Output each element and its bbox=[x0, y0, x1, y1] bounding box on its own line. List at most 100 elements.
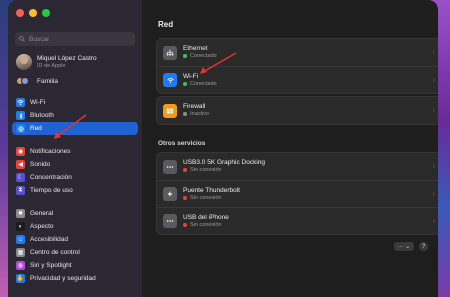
search-icon bbox=[19, 36, 25, 42]
service-status: Conectado bbox=[183, 81, 217, 88]
status-dot bbox=[183, 195, 187, 200]
sidebar-item-sonido[interactable]: ◀ Sonido bbox=[12, 158, 138, 171]
service-row-usb3-0-5k-graphic-docking[interactable]: USB3.0 5K Graphic Docking Sin conexión › bbox=[157, 153, 438, 180]
sidebar-group: Wi-Fi Blutooth Red bbox=[8, 96, 142, 135]
sidebar-item-label: Centro de control bbox=[30, 249, 80, 256]
service-name: Ethernet bbox=[183, 45, 208, 53]
family-item[interactable]: Familia bbox=[16, 75, 142, 87]
service-row-usb-del-iphone[interactable]: USB del iPhone Sin conexión › bbox=[157, 207, 438, 234]
sidebar-group: ◉ Notificaciones ◀ Sonido ☾ Concentración ⧗ Tie… bbox=[8, 145, 142, 197]
speaker-icon: ◀ bbox=[16, 160, 25, 169]
zoom-button[interactable] bbox=[42, 9, 50, 17]
sidebar-item-privacidad-y-seguridad[interactable]: ✋ Privacidad y seguridad bbox=[12, 272, 138, 285]
sidebar-item-blutooth[interactable]: Blutooth bbox=[12, 109, 138, 122]
chevron-right-icon: › bbox=[432, 191, 435, 198]
hand-icon: ✋ bbox=[16, 274, 25, 283]
family-icon bbox=[16, 75, 32, 87]
hourglass-icon: ⧗ bbox=[16, 186, 25, 195]
service-status: Inactivo bbox=[183, 111, 209, 118]
sidebar-item-label: Aspecto bbox=[30, 223, 54, 230]
family-label: Familia bbox=[37, 77, 58, 85]
service-name: Firewall bbox=[183, 103, 206, 111]
firewall-card: Firewall Inactivo › bbox=[156, 96, 438, 125]
sidebar-item-label: Siri y Spotlight bbox=[30, 262, 72, 269]
status-dot bbox=[183, 54, 187, 59]
profile-subtitle: ID de Apple bbox=[37, 62, 66, 69]
settings-window: Buscar Miquel López Castro ID de Apple F… bbox=[8, 0, 438, 297]
accessibility-icon: ☺ bbox=[16, 235, 25, 244]
other-services-card: USB3.0 5K Graphic Docking Sin conexión › Pu… bbox=[156, 152, 438, 235]
services-card: Ethernet Conectado › Wi-Fi Conectado › bbox=[156, 38, 438, 94]
service-status-text: Conectado bbox=[190, 53, 217, 60]
more-actions-button[interactable]: ··· ⌄ bbox=[394, 242, 414, 251]
status-dot bbox=[183, 168, 187, 173]
service-name: USB3.0 5K Graphic Docking bbox=[183, 159, 266, 167]
sidebar-nav: Wi-Fi Blutooth Red ◉ Notificaciones ◀ Sonido ☾ C… bbox=[8, 96, 142, 285]
window-controls bbox=[8, 0, 142, 22]
chevron-right-icon: › bbox=[432, 163, 435, 170]
sidebar: Buscar Miquel López Castro ID de Apple F… bbox=[8, 0, 142, 297]
sidebar-item-wi-fi[interactable]: Wi-Fi bbox=[12, 96, 138, 109]
network-icon bbox=[16, 124, 25, 133]
service-name: Wi-Fi bbox=[183, 72, 199, 80]
status-dot bbox=[183, 222, 187, 227]
sidebar-item-label: Concentración bbox=[30, 174, 72, 181]
search-input[interactable]: Buscar bbox=[15, 32, 135, 46]
ethernet-icon bbox=[163, 45, 177, 60]
sidebar-item-label: Blutooth bbox=[30, 112, 54, 119]
chevron-right-icon: › bbox=[432, 218, 435, 225]
service-row-ethernet[interactable]: Ethernet Conectado › bbox=[157, 39, 438, 66]
siri-icon: ◍ bbox=[16, 261, 25, 270]
sidebar-item-centro-de-control[interactable]: ▦ Centro de control bbox=[12, 246, 138, 259]
main-pane: Red Ethernet Conectado › Wi-Fi Conectado › Fi… bbox=[142, 0, 438, 297]
sidebar-item-tiempo-de-uso[interactable]: ⧗ Tiempo de uso bbox=[12, 184, 138, 197]
sidebar-item-label: General bbox=[30, 210, 54, 217]
sidebar-item-accesibilidad[interactable]: ☺ Accesibilidad bbox=[12, 233, 138, 246]
service-row-firewall[interactable]: Firewall Inactivo › bbox=[157, 97, 438, 124]
profile-name: Miquel López Castro bbox=[37, 55, 97, 63]
bell-icon: ◉ bbox=[16, 147, 25, 156]
service-status-text: Conectado bbox=[190, 80, 217, 87]
sidebar-item-aspecto[interactable]: ◐ Aspecto bbox=[12, 220, 138, 233]
minimize-button[interactable] bbox=[29, 9, 37, 17]
sidebar-group: ✹ General ◐ Aspecto ☺ Accesibilidad ▦ Centro de… bbox=[8, 207, 142, 285]
sidebar-item-label: Privacidad y seguridad bbox=[30, 275, 96, 282]
moon-icon: ☾ bbox=[16, 173, 25, 182]
sidebar-item-general[interactable]: ✹ General bbox=[12, 207, 138, 220]
chevron-right-icon: › bbox=[432, 49, 435, 56]
help-button[interactable]: ? bbox=[419, 242, 428, 251]
sidebar-item-label: Notificaciones bbox=[30, 148, 71, 155]
other-services-heading: Otros servicios bbox=[158, 140, 206, 147]
sidebar-item-label: Accesibilidad bbox=[30, 236, 68, 243]
sidebar-item-notificaciones[interactable]: ◉ Notificaciones bbox=[12, 145, 138, 158]
status-dot bbox=[183, 112, 187, 117]
service-status: Conectado bbox=[183, 53, 217, 60]
service-status: Sin conexión bbox=[183, 222, 229, 229]
sidebar-item-label: Tiempo de uso bbox=[30, 187, 73, 194]
sidebar-item-concentraci-n[interactable]: ☾ Concentración bbox=[12, 171, 138, 184]
sidebar-item-red[interactable]: Red bbox=[12, 122, 138, 135]
avatar bbox=[16, 54, 32, 70]
sidebar-item-label: Red bbox=[30, 125, 42, 132]
service-status-text: Sin conexión bbox=[190, 167, 222, 174]
control-center-icon: ▦ bbox=[16, 248, 25, 257]
status-dot bbox=[183, 81, 187, 86]
service-row-puente-thunderbolt[interactable]: Puente Thunderbolt Sin conexión › bbox=[157, 180, 438, 207]
apple-id-profile[interactable]: Miquel López Castro ID de Apple bbox=[16, 54, 142, 70]
service-row-wi-fi[interactable]: Wi-Fi Conectado › bbox=[157, 66, 438, 93]
wifi-icon bbox=[16, 98, 25, 107]
chevron-right-icon: › bbox=[432, 77, 435, 84]
service-status-text: Inactivo bbox=[190, 111, 209, 118]
service-status-text: Sin conexión bbox=[190, 221, 222, 228]
page-title: Red bbox=[158, 20, 174, 29]
dots-icon bbox=[163, 159, 177, 174]
sidebar-item-siri-y-spotlight[interactable]: ◍ Siri y Spotlight bbox=[12, 259, 138, 272]
dots-icon bbox=[163, 214, 177, 228]
bottom-buttons: ··· ⌄ ? bbox=[394, 242, 428, 251]
wifi-icon bbox=[163, 73, 177, 87]
close-button[interactable] bbox=[16, 9, 24, 17]
bluetooth-icon bbox=[16, 111, 25, 120]
chevron-right-icon: › bbox=[432, 107, 435, 114]
service-status: Sin conexión bbox=[183, 167, 265, 174]
service-status: Sin conexión bbox=[183, 195, 240, 202]
